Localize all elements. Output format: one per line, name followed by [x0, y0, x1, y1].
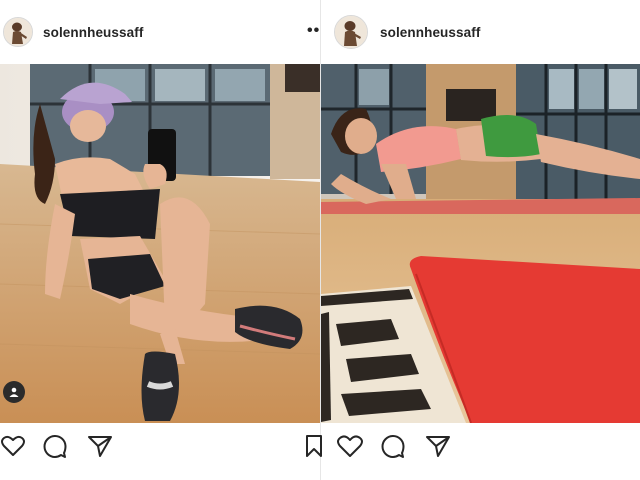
comment-icon[interactable]: [42, 433, 72, 463]
heart-icon[interactable]: [336, 433, 366, 463]
action-bar: [0, 433, 320, 469]
more-options-icon[interactable]: ••: [307, 22, 320, 40]
share-icon[interactable]: [86, 433, 116, 463]
profile-avatar[interactable]: [334, 15, 368, 49]
heart-icon[interactable]: [0, 433, 30, 463]
username[interactable]: solennheussaff: [43, 25, 143, 40]
share-icon[interactable]: [424, 433, 454, 463]
username[interactable]: solennheussaff: [380, 25, 480, 40]
profile-avatar[interactable]: [3, 17, 33, 47]
action-bar: [306, 433, 640, 469]
post-photo[interactable]: [321, 64, 640, 423]
post-header: solennheussaff: [0, 0, 320, 64]
post-left: solennheussaff: [0, 0, 320, 480]
bookmark-icon[interactable]: [303, 433, 333, 463]
post-photo[interactable]: [0, 64, 320, 423]
post-header: solennheussaff: [321, 0, 640, 64]
post-right: solennheussaff ••: [306, 0, 640, 480]
user-tag-icon[interactable]: [3, 381, 25, 403]
comment-icon[interactable]: [380, 433, 410, 463]
